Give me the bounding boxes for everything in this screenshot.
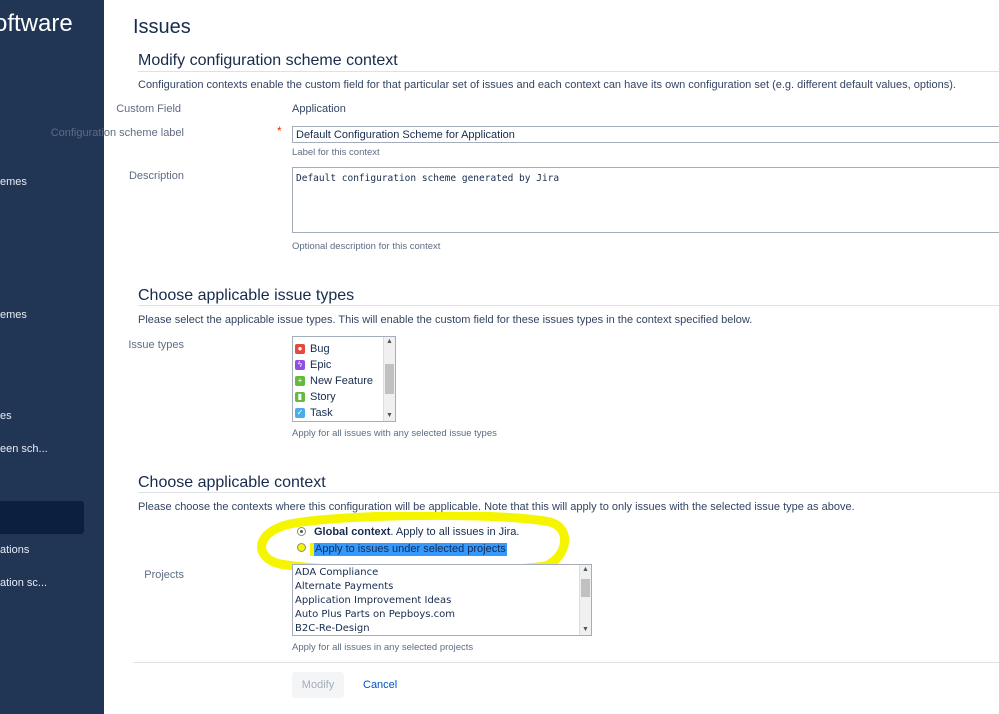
sidebar-item-6[interactable]: ations — [0, 544, 29, 556]
projects-select[interactable]: ADA Compliance Alternate Payments Applicat… — [292, 564, 592, 636]
issue-types-label: Issue types — [128, 339, 184, 351]
issue-type-option[interactable]: ✓ Task — [293, 405, 395, 421]
project-option[interactable]: B2C-Re-Design — [293, 622, 591, 635]
issue-types-description: Please select the applicable issue types… — [138, 314, 753, 326]
epic-icon: ϟ — [295, 360, 305, 370]
issue-type-option[interactable]: ▮ Story — [293, 389, 395, 405]
description-textarea[interactable]: Default configuration scheme generated b… — [292, 167, 999, 233]
section-divider — [138, 305, 999, 306]
modify-button[interactable]: Modify — [292, 672, 344, 698]
issue-types-help: Apply for all issues with any selected i… — [292, 428, 497, 439]
global-context-bold: Global context — [314, 526, 391, 538]
scroll-down-icon[interactable]: ▼ — [384, 411, 395, 421]
story-icon: ▮ — [295, 392, 305, 402]
description-help: Optional description for this context — [292, 241, 441, 252]
scroll-thumb[interactable] — [385, 364, 394, 394]
section-heading-context-scope: Choose applicable context — [138, 474, 326, 491]
scheme-label-help: Label for this context — [292, 147, 380, 158]
new-feature-icon: + — [295, 376, 305, 386]
projects-label: Projects — [144, 569, 184, 581]
sidebar-item-1[interactable]: emes — [0, 176, 27, 188]
task-icon: ✓ — [295, 408, 305, 418]
section-divider — [138, 492, 999, 493]
scroll-thumb[interactable] — [581, 579, 590, 597]
issue-types-options: ● Bug ϟ Epic + New Feature ▮ Story ✓ Task — [293, 337, 395, 421]
projects-scrollbar[interactable]: ▲ ▼ — [579, 565, 591, 635]
section-heading-context: Modify configuration scheme context — [138, 52, 398, 69]
section-divider — [138, 71, 999, 72]
sidebar-item-4[interactable]: een sch... — [0, 443, 48, 455]
issue-type-option[interactable]: ● Bug — [293, 341, 395, 357]
cancel-link[interactable]: Cancel — [363, 679, 397, 691]
global-context-rest: . Apply to all issues in Jira. — [390, 526, 520, 538]
projects-help: Apply for all issues in any selected pro… — [292, 642, 474, 653]
issue-type-label: New Feature — [310, 375, 373, 387]
section-description: Configuration contexts enable the custom… — [138, 79, 956, 91]
scroll-up-icon[interactable]: ▲ — [384, 337, 395, 347]
selected-projects-label[interactable]: Apply to issues under selected projects — [314, 543, 507, 556]
scroll-down-icon[interactable]: ▼ — [580, 625, 591, 635]
sidebar-item-7[interactable]: ation sc... — [0, 577, 47, 589]
required-asterisk: * — [277, 124, 282, 138]
description-label: Description — [128, 170, 184, 182]
brand-title: oftware — [0, 10, 73, 37]
global-context-radio[interactable] — [297, 527, 306, 536]
sidebar-item-3[interactable]: es — [0, 410, 12, 422]
page-title: Issues — [133, 16, 191, 38]
custom-field-label: Custom Field — [116, 103, 181, 115]
scheme-label-label: Configuration scheme label — [51, 127, 184, 139]
project-option[interactable]: ADA Compliance — [293, 566, 591, 580]
global-context-label: Global context. Apply to all issues in J… — [314, 526, 519, 538]
sidebar-item-active[interactable] — [0, 501, 84, 534]
issue-type-option[interactable]: ϟ Epic — [293, 357, 395, 373]
projects-options: ADA Compliance Alternate Payments Applicat… — [293, 565, 591, 635]
project-option[interactable]: Alternate Payments — [293, 580, 591, 594]
issue-type-label: Epic — [310, 359, 332, 371]
issue-type-label: Story — [310, 391, 336, 403]
scheme-label-text: Configuration scheme label — [50, 127, 184, 139]
scroll-up-icon[interactable]: ▲ — [580, 565, 591, 575]
actions-divider — [133, 662, 999, 663]
scheme-label-input[interactable]: Default Configuration Scheme for Applica… — [292, 126, 999, 143]
main-content: Issues Modify configuration scheme conte… — [51, 0, 999, 714]
sidebar-item-2[interactable]: emes — [0, 309, 27, 321]
section-heading-issue-types: Choose applicable issue types — [138, 287, 355, 304]
sidebar: oftware emes emes es een sch... ations a… — [0, 0, 104, 714]
bug-icon: ● — [295, 344, 305, 354]
issue-types-scrollbar[interactable]: ▲ ▼ — [383, 337, 395, 421]
issue-type-option[interactable]: + New Feature — [293, 373, 395, 389]
issue-type-label: Bug — [310, 343, 330, 355]
selected-projects-radio[interactable] — [297, 543, 306, 552]
issue-types-select[interactable]: ● Bug ϟ Epic + New Feature ▮ Story ✓ Task ▲ ▼ — [292, 336, 396, 422]
project-option[interactable]: Auto Plus Parts on Pepboys.com — [293, 608, 591, 622]
project-option[interactable]: Application Improvement Ideas — [293, 594, 591, 608]
issue-type-label: Task — [310, 407, 333, 419]
custom-field-value: Application — [292, 103, 346, 115]
